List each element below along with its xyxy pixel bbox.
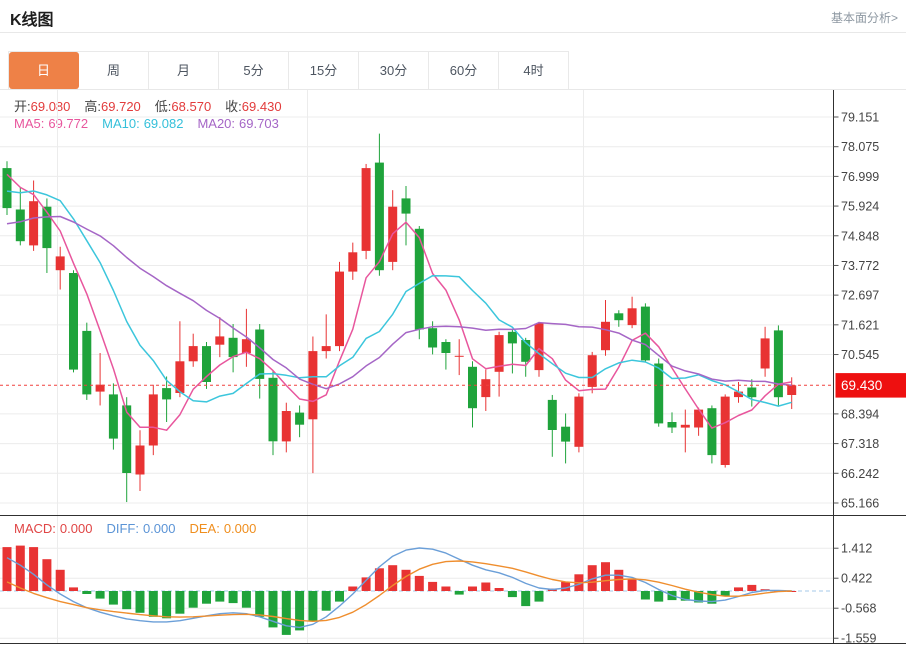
svg-text:68.394: 68.394	[841, 407, 879, 421]
tab-60min[interactable]: 60分	[429, 52, 499, 89]
page-title: K线图	[10, 6, 54, 30]
svg-text:71.621: 71.621	[841, 318, 879, 332]
svg-text:75.924: 75.924	[841, 200, 879, 214]
tab-15min[interactable]: 15分	[289, 52, 359, 89]
svg-text:0.422: 0.422	[841, 572, 872, 586]
header-divider	[0, 32, 906, 33]
tab-30min[interactable]: 30分	[359, 52, 429, 89]
interval-tabbar: 日周月5分15分30分60分4时	[8, 51, 569, 90]
tab-month[interactable]: 月	[149, 52, 219, 89]
kline-page: K线图 基本面分析> 日周月5分15分30分60分4时 开:69.080高:69…	[0, 0, 906, 649]
svg-text:73.772: 73.772	[841, 259, 879, 273]
macd-axis: 1.412 0.422 -0.568 -1.559	[834, 542, 877, 646]
svg-text:-1.559: -1.559	[841, 632, 876, 646]
ma10-line	[7, 191, 792, 406]
svg-text:76.999: 76.999	[841, 170, 879, 184]
svg-text:78.075: 78.075	[841, 140, 879, 154]
candlesticks	[3, 134, 797, 502]
svg-text:69.430: 69.430	[841, 378, 882, 393]
svg-text:67.318: 67.318	[841, 437, 879, 451]
svg-text:1.412: 1.412	[841, 542, 872, 556]
svg-text:72.697: 72.697	[841, 289, 879, 303]
svg-text:70.545: 70.545	[841, 348, 879, 362]
svg-text:66.242: 66.242	[841, 467, 879, 481]
svg-text:74.848: 74.848	[841, 229, 879, 243]
svg-text:79.151: 79.151	[841, 111, 879, 125]
current-price-badge: 69.430	[836, 373, 906, 398]
tab-week[interactable]: 周	[79, 52, 149, 89]
kline-chart-canvas[interactable]: 79.151 78.075 76.999 75.924 74.848 73.772 72.6…	[0, 89, 906, 649]
tab-day[interactable]: 日	[9, 52, 79, 89]
diff-line	[7, 548, 792, 627]
tab-5min[interactable]: 5分	[219, 52, 289, 89]
tab-4hour[interactable]: 4时	[499, 52, 568, 89]
macd-histogram	[3, 546, 797, 635]
svg-text:-0.568: -0.568	[841, 602, 876, 616]
svg-text:65.166: 65.166	[841, 496, 879, 510]
price-axis: 79.151 78.075 76.999 75.924 74.848 73.772 72.6…	[834, 111, 880, 511]
fundamental-analysis-link[interactable]: 基本面分析>	[831, 9, 898, 26]
